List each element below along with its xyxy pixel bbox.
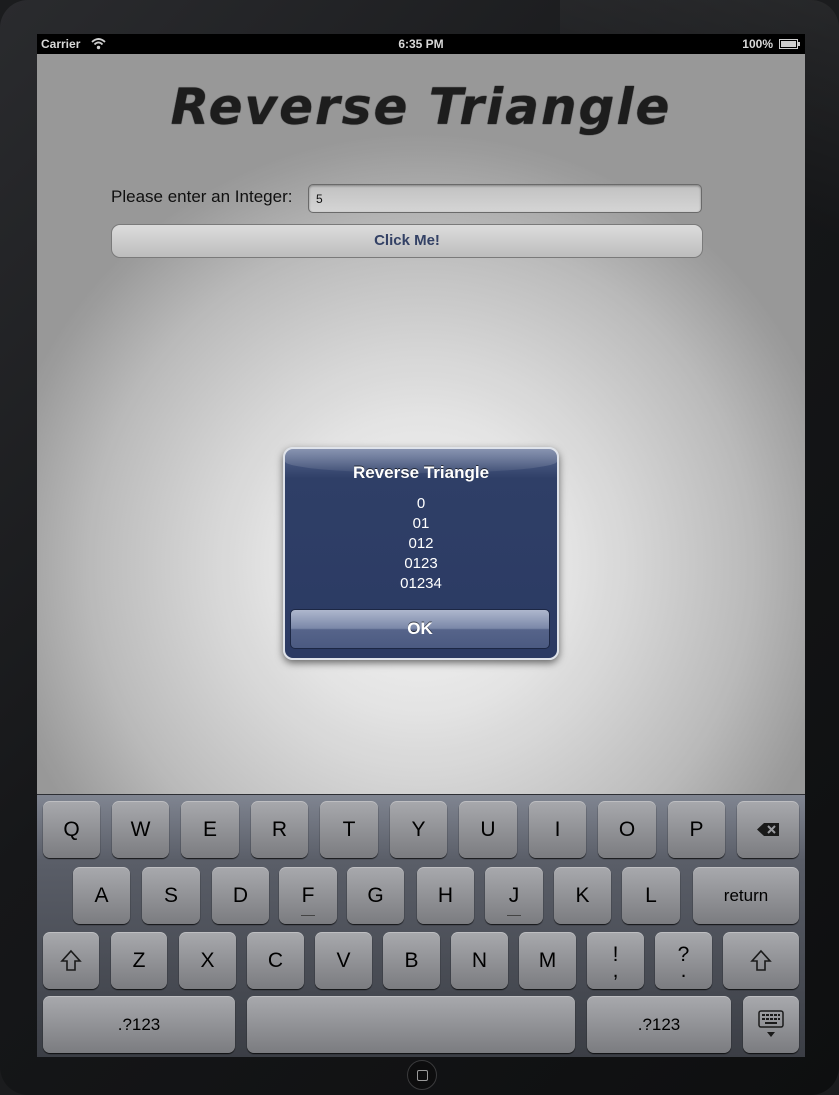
numbers-key-right[interactable]: .?123 <box>587 996 731 1053</box>
alert-title: Reverse Triangle <box>352 463 490 482</box>
key-a[interactable]: A <box>73 867 130 924</box>
space-key[interactable] <box>247 996 575 1053</box>
key-u[interactable]: U <box>459 801 517 858</box>
shift-icon <box>750 949 772 971</box>
onscreen-keyboard: Q W E R T Y U I O P A S D F G H J K L re… <box>37 794 805 1057</box>
key-z[interactable]: Z <box>111 932 167 989</box>
key-d[interactable]: D <box>212 867 269 924</box>
key-punct-bottom: , <box>612 959 619 982</box>
return-key[interactable]: return <box>693 867 799 924</box>
right-shift-key[interactable] <box>723 932 799 989</box>
home-row-nub <box>507 915 521 916</box>
backspace-key[interactable] <box>737 801 799 858</box>
key-c[interactable]: C <box>247 932 304 989</box>
key-y[interactable]: Y <box>390 801 447 858</box>
key-g[interactable]: G <box>347 867 404 924</box>
hide-keyboard-key[interactable] <box>743 996 799 1053</box>
key-w[interactable]: W <box>112 801 169 858</box>
key-n[interactable]: N <box>451 932 508 989</box>
home-button[interactable] <box>407 1060 437 1090</box>
key-e[interactable]: E <box>181 801 239 858</box>
key-s[interactable]: S <box>142 867 200 924</box>
home-row-nub <box>301 915 315 916</box>
numbers-key-left[interactable]: .?123 <box>43 996 235 1053</box>
hide-keyboard-icon <box>758 1010 784 1037</box>
status-bar: Carrier 6:35 PM 100% <box>37 34 805 54</box>
key-m[interactable]: M <box>519 932 576 989</box>
alert-line: 01234 <box>400 575 442 592</box>
key-f-label: F <box>301 884 315 907</box>
key-k[interactable]: K <box>554 867 611 924</box>
key-p[interactable]: P <box>668 801 725 858</box>
key-l[interactable]: L <box>622 867 680 924</box>
home-button-icon <box>417 1070 428 1081</box>
app-screen: Reverse Triangle Please enter an Integer… <box>37 54 805 794</box>
alert-line: 0123 <box>404 555 438 572</box>
status-time: 6:35 PM <box>398 37 444 51</box>
key-x[interactable]: X <box>179 932 236 989</box>
key-f[interactable]: F <box>279 867 337 924</box>
backspace-icon <box>757 823 779 836</box>
key-o[interactable]: O <box>598 801 656 858</box>
key-b[interactable]: B <box>383 932 440 989</box>
key-r[interactable]: R <box>251 801 308 858</box>
key-j-label: J <box>508 884 520 907</box>
key-question-period[interactable]: ? . <box>655 932 712 989</box>
key-q[interactable]: Q <box>43 801 100 858</box>
key-exclam-comma[interactable]: ! , <box>587 932 644 989</box>
battery-percentage: 100% <box>742 37 773 51</box>
key-j[interactable]: J <box>485 867 543 924</box>
key-h[interactable]: H <box>417 867 474 924</box>
alert-message: 0 01 012 0123 01234 <box>285 494 557 594</box>
key-punct-bottom: . <box>680 959 687 982</box>
key-i[interactable]: I <box>529 801 586 858</box>
alert-line: 01 <box>412 515 430 532</box>
shift-icon <box>60 949 82 971</box>
alert-dialog: Reverse Triangle 0 01 012 0123 01234 OK <box>283 447 559 660</box>
alert-line: 0 <box>416 495 426 512</box>
alert-line: 012 <box>408 535 434 552</box>
battery-icon <box>779 39 800 49</box>
key-t[interactable]: T <box>320 801 378 858</box>
alert-ok-button[interactable]: OK <box>290 609 550 649</box>
left-shift-key[interactable] <box>43 932 99 989</box>
alert-backdrop <box>37 54 805 794</box>
key-v[interactable]: V <box>315 932 372 989</box>
